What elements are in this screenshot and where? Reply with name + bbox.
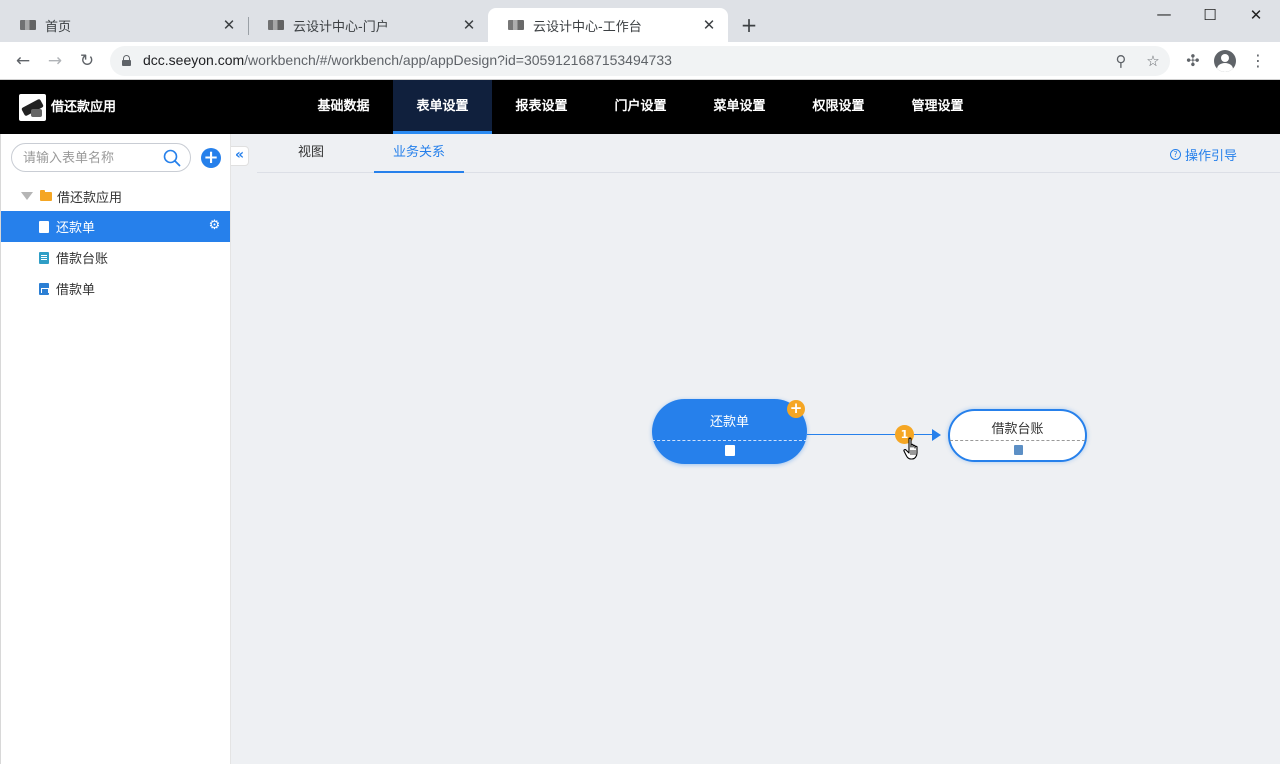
nav-report-settings[interactable]: 报表设置 (492, 80, 591, 134)
operation-guide-link[interactable]: ? 操作引导 (1169, 145, 1237, 164)
tree-root-label: 借还款应用 (57, 190, 123, 206)
extensions-puzzle-icon[interactable]: ✣ (1182, 50, 1204, 72)
reload-icon[interactable]: ↻ (76, 50, 98, 72)
app-logo (19, 94, 46, 121)
hand-cursor-icon (903, 437, 918, 460)
form-doc-icon (39, 282, 49, 295)
form-search-input[interactable] (23, 149, 153, 167)
folder-icon (40, 189, 52, 201)
document-icon (39, 220, 49, 233)
url-text[interactable]: dcc.seeyon.com/workbench/#/workbench/app… (143, 52, 672, 68)
diagram-node-loan-ledger[interactable]: 借款台账 (948, 409, 1087, 462)
site-favicon-icon (20, 20, 36, 30)
tree-item-label: 借款单 (56, 283, 96, 298)
profile-avatar-icon[interactable] (1214, 50, 1236, 72)
close-tab-icon[interactable]: ✕ (220, 16, 238, 34)
window-close-icon[interactable]: ✕ (1245, 4, 1267, 26)
minimize-icon[interactable]: — (1153, 3, 1175, 25)
tree-item-label: 借款台账 (56, 252, 109, 267)
help-circle-icon: ? (1169, 149, 1181, 160)
ledger-icon (39, 251, 49, 264)
url-path: /workbench/#/workbench/app/appDesign?id=… (244, 52, 672, 68)
document-icon (725, 445, 735, 456)
address-bar[interactable]: dcc.seeyon.com/workbench/#/workbench/app… (110, 46, 1170, 76)
nav-permission-settings[interactable]: 权限设置 (789, 80, 888, 134)
node-divider (950, 440, 1085, 441)
bookmark-star-icon[interactable]: ☆ (1144, 52, 1162, 70)
nav-management-settings[interactable]: 管理设置 (888, 80, 987, 134)
add-relation-badge[interactable]: + (787, 400, 805, 418)
browser-toolbar: ← → ↻ dcc.seeyon.com/workbench/#/workben… (0, 42, 1280, 80)
site-favicon-icon (268, 20, 284, 30)
close-tab-icon[interactable]: ✕ (700, 16, 718, 34)
nav-form-settings[interactable]: 表单设置 (393, 80, 492, 134)
app-header: 借还款应用 基础数据 表单设置 报表设置 门户设置 菜单设置 权限设置 管理设置 (0, 80, 1280, 134)
diagram-node-repayment[interactable]: 还款单 (652, 399, 807, 464)
node-divider (652, 440, 807, 441)
tree-item-label: 还款单 (56, 221, 96, 236)
add-form-button[interactable]: + (201, 148, 221, 168)
forward-arrow-icon[interactable]: → (44, 50, 66, 72)
tree-item-loan-ledger[interactable]: 借款台账 (1, 242, 230, 273)
collapse-sidebar-button[interactable]: « (231, 146, 249, 166)
tab-business-relation[interactable]: 业务关系 (374, 134, 464, 173)
browser-tab-title: 云设计中心-工作台 (533, 19, 642, 35)
nav-menu-settings[interactable]: 菜单设置 (690, 80, 789, 134)
browser-tab-home[interactable]: 首页 ✕ (0, 8, 249, 42)
tree-item-repayment-form[interactable]: 还款单 ⚙ (1, 211, 230, 242)
caret-down-icon[interactable] (21, 192, 33, 200)
maximize-icon[interactable]: ☐ (1199, 4, 1221, 26)
new-tab-button[interactable]: + (738, 15, 760, 37)
browser-tab-workbench[interactable]: 云设计中心-工作台 ✕ (488, 8, 728, 42)
search-icon[interactable] (163, 149, 181, 167)
zoom-icon[interactable]: ⚲ (1112, 52, 1130, 70)
gear-icon[interactable]: ⚙ (208, 219, 221, 232)
tree-item-loan-form[interactable]: 借款单 (1, 273, 230, 304)
sub-tabs: 视图 业务关系 ? 操作引导 (257, 134, 1280, 173)
form-sidebar: + 借还款应用 还款单 ⚙ 借款台账 借款单 (0, 134, 231, 764)
node-title: 借款台账 (991, 422, 1044, 437)
arrow-right-icon (932, 429, 941, 441)
guide-label: 操作引导 (1184, 149, 1237, 164)
nav-portal-settings[interactable]: 门户设置 (591, 80, 690, 134)
browser-tab-title: 云设计中心-门户 (293, 19, 389, 35)
close-tab-icon[interactable]: ✕ (460, 16, 478, 34)
browser-tab-portal[interactable]: 云设计中心-门户 ✕ (248, 8, 488, 42)
tree-app-folder[interactable]: 借还款应用 (1, 182, 230, 210)
browser-menu-icon[interactable]: ⋮ (1247, 50, 1269, 72)
ledger-icon (1014, 445, 1023, 455)
form-search-box (11, 143, 191, 172)
top-nav: 基础数据 表单设置 报表设置 门户设置 菜单设置 权限设置 管理设置 (294, 80, 987, 134)
back-arrow-icon[interactable]: ← (12, 50, 34, 72)
url-host: dcc.seeyon.com (143, 52, 245, 68)
browser-tab-strip: 首页 ✕ 云设计中心-门户 ✕ 云设计中心-工作台 ✕ + — ☐ ✕ (0, 0, 1280, 42)
node-title: 还款单 (709, 415, 749, 430)
nav-basic-data[interactable]: 基础数据 (294, 80, 393, 134)
site-favicon-icon (508, 20, 524, 30)
app-name: 借还款应用 (51, 100, 117, 115)
lock-icon (122, 55, 131, 66)
tab-view[interactable]: 视图 (296, 134, 326, 173)
browser-tab-title: 首页 (45, 19, 72, 35)
